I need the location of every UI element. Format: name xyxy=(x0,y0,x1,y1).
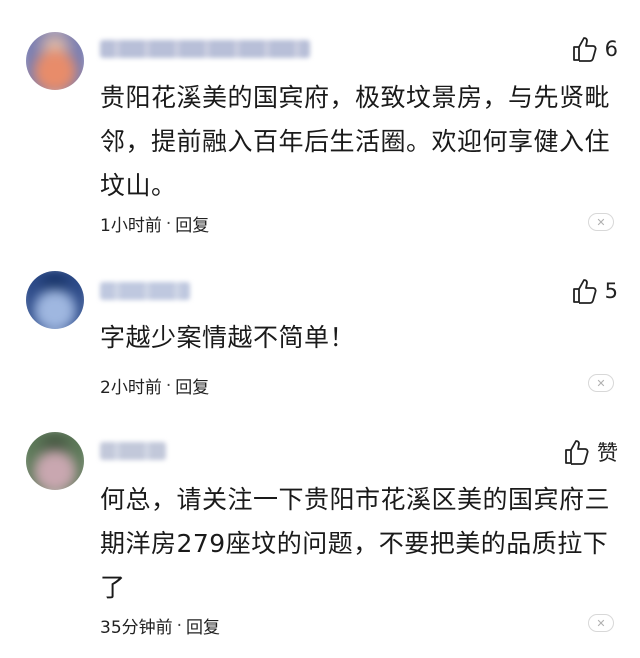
dismiss-button[interactable]: ✕ xyxy=(588,213,614,231)
comment-meta: 1小时前 · 回复 xyxy=(100,211,209,237)
separator: · xyxy=(165,213,172,234)
separator: · xyxy=(165,375,172,396)
username-blurred[interactable] xyxy=(100,442,166,460)
comment-text: 何总，请关注一下贵阳市花溪区美的国宾府三 期洋房279座坟的问题，不要把美的品质… xyxy=(100,485,611,602)
comment-text: 贵阳花溪美的国宾府，极致坟景房，与先贤毗 邻，提前融入百年后生活圈。欢迎何享健入… xyxy=(100,83,611,200)
comment-meta: 35分钟前 · 回复 xyxy=(100,613,220,639)
like-button[interactable]: 5 xyxy=(571,277,618,305)
username-blurred[interactable] xyxy=(100,40,310,58)
avatar[interactable] xyxy=(26,32,84,90)
like-count: 6 xyxy=(604,37,618,61)
avatar[interactable] xyxy=(26,432,84,490)
reply-button[interactable]: 回复 xyxy=(175,373,209,398)
thumbs-up-icon xyxy=(565,440,589,465)
thumbs-up-icon xyxy=(572,37,597,62)
dismiss-button[interactable]: ✕ xyxy=(588,614,614,632)
username-blurred[interactable] xyxy=(100,282,190,300)
thumbs-up-icon xyxy=(572,279,597,304)
reply-button[interactable]: 回复 xyxy=(175,211,209,236)
reply-button[interactable]: 回复 xyxy=(186,613,220,638)
like-button[interactable]: 6 xyxy=(571,35,618,63)
dismiss-button[interactable]: ✕ xyxy=(588,374,614,392)
like-count: 5 xyxy=(604,279,618,303)
separator: · xyxy=(176,615,183,636)
avatar[interactable] xyxy=(26,271,84,329)
close-icon: ✕ xyxy=(596,616,606,630)
comment-meta: 2小时前 · 回复 xyxy=(100,373,209,399)
comment-list: 6 贵阳花溪美的国宾府，极致坟景房，与先贤毗 邻，提前融入百年后生活圈。欢迎何享… xyxy=(0,0,640,658)
comment-time: 35分钟前 xyxy=(100,618,173,638)
like-count: 赞 xyxy=(597,441,618,465)
comment-time: 2小时前 xyxy=(100,378,162,398)
comment-text: 字越少案情越不简单！ xyxy=(100,323,356,352)
like-button[interactable]: 赞 xyxy=(563,437,618,467)
close-icon: ✕ xyxy=(596,215,606,229)
comment-time: 1小时前 xyxy=(100,216,162,236)
close-icon: ✕ xyxy=(596,376,606,390)
